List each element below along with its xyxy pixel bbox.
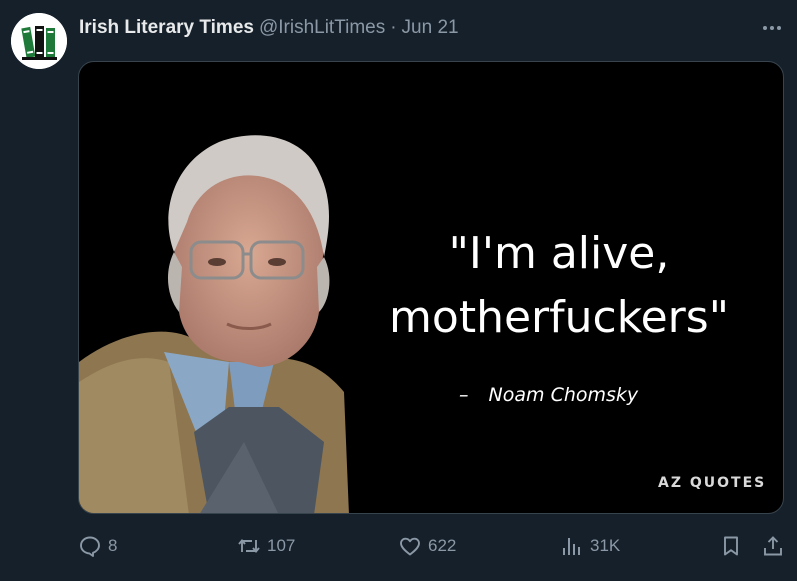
watermark-logo: AZ QUOTES <box>658 475 767 491</box>
heart-icon <box>400 537 420 556</box>
reply-button[interactable]: 8 <box>78 533 117 559</box>
tweet-media-image[interactable]: "I'm alive, motherfuckers" – Noam Chomsk… <box>78 61 784 514</box>
attribution-dash: – <box>459 384 469 406</box>
quote-attribution: – Noam Chomsky <box>459 384 638 406</box>
share-icon <box>764 536 782 556</box>
tweet-header: Irish Literary Times @IrishLitTimes · Ju… <box>79 16 459 40</box>
quote-text: "I'm alive, motherfuckers" <box>359 222 759 350</box>
header-separator: · <box>390 17 397 38</box>
quote-line: motherfuckers" <box>389 292 729 343</box>
quote-line: "I'm alive, <box>448 228 670 279</box>
reply-icon <box>80 536 100 557</box>
like-button[interactable]: 622 <box>398 533 456 559</box>
tweet-actions-bar: 8 107 622 31K <box>78 533 790 559</box>
retweet-icon <box>238 539 260 553</box>
user-handle[interactable]: @IrishLitTimes <box>259 17 385 39</box>
retweet-count: 107 <box>267 536 296 555</box>
bookmark-icon <box>724 536 738 556</box>
more-horizontal-icon <box>763 26 781 30</box>
avatar[interactable] <box>11 13 67 69</box>
views-icon <box>563 538 580 555</box>
views-button[interactable]: 31K <box>560 533 620 559</box>
bookmark-button[interactable] <box>719 533 743 559</box>
tweet-date[interactable]: Jun 21 <box>402 17 459 39</box>
share-button[interactable] <box>761 533 785 559</box>
retweet-button[interactable]: 107 <box>237 533 295 559</box>
like-count: 622 <box>428 536 457 555</box>
more-options-button[interactable] <box>756 16 788 40</box>
attribution-name: Noam Chomsky <box>488 384 639 406</box>
tweet: Irish Literary Times @IrishLitTimes · Ju… <box>0 0 797 581</box>
reply-count: 8 <box>108 536 118 555</box>
display-name[interactable]: Irish Literary Times <box>79 17 254 39</box>
books-logo-icon <box>11 13 67 69</box>
portrait-illustration <box>79 135 349 513</box>
views-count: 31K <box>590 536 621 555</box>
